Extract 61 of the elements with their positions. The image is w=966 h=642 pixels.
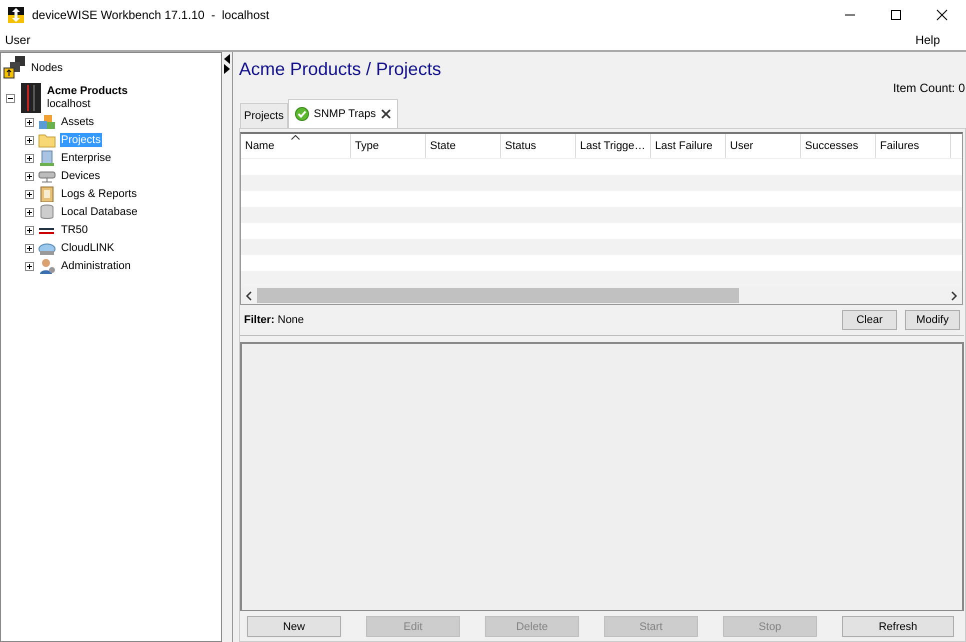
- page-heading: Acme Products / Projects: [239, 59, 442, 80]
- expander-icon[interactable]: [6, 94, 15, 102]
- expander-icon[interactable]: [25, 208, 34, 216]
- tab[interactable]: SNMP Traps: [288, 99, 398, 128]
- window-title: deviceWISE Workbench 17.1.10 - localhost: [32, 8, 270, 22]
- expand-right-arrow-icon[interactable]: [224, 64, 230, 74]
- expander-icon[interactable]: [25, 190, 34, 198]
- folder-icon: [38, 132, 56, 148]
- notebook-icon: [38, 186, 56, 202]
- scrollbar-thumb[interactable]: [257, 288, 740, 303]
- filter-button[interactable]: Modify: [905, 310, 960, 330]
- database-icon: [38, 204, 56, 220]
- expander-icon[interactable]: [25, 154, 34, 162]
- close-icon[interactable]: [936, 9, 948, 21]
- expander-icon[interactable]: [25, 226, 34, 234]
- tree-item[interactable]: Assets: [60, 115, 96, 129]
- expander-icon[interactable]: [25, 172, 34, 180]
- action-button[interactable]: New: [247, 616, 341, 637]
- column-header[interactable]: User: [726, 134, 801, 158]
- menu-item[interactable]: Help: [915, 33, 940, 47]
- column-header[interactable]: Name: [241, 134, 351, 158]
- column-header[interactable]: Failures: [876, 134, 951, 158]
- column-header[interactable]: Last Failure: [651, 134, 726, 158]
- item-count: Item Count: 0: [892, 81, 965, 95]
- column-header[interactable]: Last Trigge…: [576, 134, 651, 158]
- network-nodes-icon: [3, 56, 27, 80]
- expander-icon[interactable]: [25, 136, 34, 144]
- filter-text: Filter: None: [244, 314, 304, 326]
- tree-item[interactable]: Devices: [60, 169, 102, 183]
- app-icon: [8, 7, 24, 23]
- sort-caret-icon: [291, 135, 300, 140]
- tree-root-label[interactable]: Nodes: [31, 62, 63, 74]
- maximize-icon[interactable]: [890, 9, 902, 21]
- tree-item[interactable]: CloudLINK: [60, 241, 116, 255]
- menu-item[interactable]: User: [5, 33, 30, 47]
- tree-item[interactable]: Enterprise: [60, 151, 112, 165]
- tree-item[interactable]: Administration: [60, 259, 132, 273]
- column-header[interactable]: State: [426, 134, 501, 158]
- scroll-right-icon[interactable]: [950, 290, 958, 300]
- close-icon[interactable]: [380, 109, 391, 119]
- tree-item[interactable]: Local Database: [60, 205, 138, 219]
- node-host: localhost: [47, 98, 92, 111]
- collapse-left-arrow-icon[interactable]: [224, 54, 230, 64]
- expander-icon[interactable]: [25, 244, 34, 252]
- tree-item[interactable]: TR50: [60, 223, 89, 237]
- expander-icon[interactable]: [25, 118, 34, 126]
- server-icon: [19, 83, 43, 113]
- building-icon: [38, 150, 56, 166]
- node-name[interactable]: Acme Products: [47, 85, 128, 98]
- tab[interactable]: Projects: [240, 103, 288, 128]
- expander-icon[interactable]: [25, 262, 34, 270]
- action-button[interactable]: Refresh: [842, 616, 954, 637]
- check-icon: [294, 107, 309, 121]
- column-header[interactable]: Successes: [801, 134, 876, 158]
- boxes-icon: [38, 114, 56, 130]
- column-header[interactable]: Status: [501, 134, 576, 158]
- tree-item[interactable]: Logs & Reports: [60, 187, 138, 201]
- filter-button[interactable]: Clear: [842, 310, 897, 330]
- scroll-left-icon[interactable]: [245, 290, 253, 300]
- column-header[interactable]: Type: [351, 134, 426, 158]
- user-gear-icon: [38, 258, 56, 274]
